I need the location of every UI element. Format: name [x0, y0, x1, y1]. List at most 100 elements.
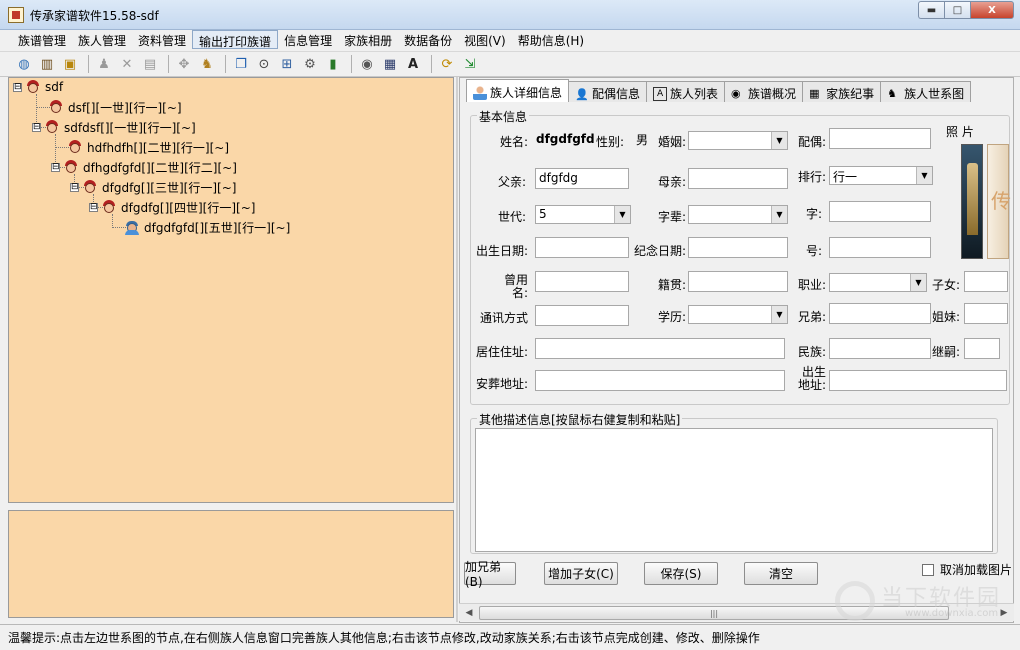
tree-node-label: dfhgdfgfd[][二世][行二][~] [83, 160, 237, 175]
eye-icon[interactable]: ◉ [357, 54, 377, 74]
open-book-icon[interactable]: ▦ [380, 54, 400, 74]
menu-genealogy[interactable]: 族谱管理 [12, 30, 72, 49]
checkbox-box[interactable] [922, 563, 934, 576]
rank-select[interactable]: 行一 ▼ [829, 166, 933, 185]
tab-chronicle[interactable]: ▦ 家族纪事 [802, 81, 882, 102]
menu-view[interactable]: 视图(V) [458, 30, 512, 49]
gear-icon[interactable]: ⚙ [300, 54, 320, 74]
app-icon [8, 7, 24, 23]
menu-info[interactable]: 信息管理 [278, 30, 338, 49]
tree-node-label: sdfdsf[][一世][行一][~] [64, 120, 196, 135]
binoculars-icon[interactable]: ⊙ [254, 54, 274, 74]
tab-overview[interactable]: ◉ 族谱概况 [724, 81, 804, 102]
name-label: 姓名: [499, 135, 528, 149]
add-child-button[interactable]: 增加子女(C) [544, 562, 618, 585]
alias-field[interactable] [829, 237, 931, 258]
tab-label: 配偶信息 [592, 87, 641, 101]
spouse-label: 配偶: [797, 135, 826, 149]
gender-value[interactable]: 男 [636, 131, 648, 148]
spouse-field[interactable] [829, 128, 931, 149]
marriage-select[interactable]: ▼ [688, 131, 788, 150]
heir-field[interactable] [964, 338, 1000, 359]
former-name-field[interactable] [535, 271, 629, 292]
pane-splitter[interactable] [456, 77, 458, 622]
courtesy-name-field[interactable] [829, 201, 931, 222]
users-icon[interactable]: ♞ [197, 54, 217, 74]
delete-icon[interactable]: ✕ [117, 54, 137, 74]
tree-node-label: dfgdfgfd[][五世][行一][~] [144, 220, 291, 235]
tree-node[interactable]: dsf[][一世][行一][~] [48, 98, 182, 116]
document-icon[interactable]: ▤ [140, 54, 160, 74]
chevron-down-icon: ▼ [771, 132, 787, 149]
scroll-left-icon[interactable]: ◀ [461, 606, 477, 620]
member-photo[interactable] [961, 144, 983, 259]
father-field[interactable]: dfgfdg [535, 168, 629, 189]
collapse-icon[interactable]: ⊟ [13, 82, 22, 92]
alias-label: 号: [805, 244, 822, 258]
education-select[interactable]: ▼ [688, 305, 788, 324]
save-button[interactable]: 保存(S) [644, 562, 718, 585]
memorial-date-field[interactable] [688, 237, 788, 258]
tab-spouse-info[interactable]: 配偶信息 [568, 81, 648, 102]
add-brother-button[interactable]: 加兄弟(B) [464, 560, 516, 589]
collapse-icon[interactable]: ⊟ [89, 202, 98, 212]
bar-chart-icon[interactable]: ▮ [323, 54, 343, 74]
lower-left-pane[interactable] [8, 510, 454, 618]
refresh-icon[interactable]: ⟳ [437, 54, 457, 74]
menu-print[interactable]: 输出打印族谱 [192, 30, 279, 49]
menu-backup[interactable]: 数据备份 [398, 30, 458, 49]
mother-field[interactable] [688, 168, 788, 189]
native-place-field[interactable] [688, 271, 788, 292]
collapse-icon[interactable]: ⊟ [51, 162, 60, 172]
tree-node-label: sdf [45, 80, 64, 94]
maximize-button[interactable]: □ [944, 1, 970, 19]
minimize-button[interactable]: ▬ [918, 1, 944, 19]
zibei-select[interactable]: ▼ [688, 205, 788, 224]
tree-node[interactable]: ⊟ dfgdfg[][三世][行一][~] [70, 178, 236, 196]
puzzle-icon[interactable]: ✥ [174, 54, 194, 74]
sisters-label: 姐妹: [931, 310, 960, 324]
collapse-icon[interactable]: ⊟ [32, 122, 41, 132]
windows-icon[interactable]: ❐ [231, 54, 251, 74]
book-icon[interactable]: ▥ [37, 54, 57, 74]
tree-node-selected[interactable]: dfgdfgfd[][五世][行一][~] [124, 218, 290, 236]
tree-chart-icon[interactable]: ⊞ [277, 54, 297, 74]
burial-field[interactable] [535, 370, 785, 391]
menu-help[interactable]: 帮助信息(H) [512, 30, 590, 49]
collapse-icon[interactable]: ⊟ [70, 182, 79, 192]
tree-node[interactable]: ⊟ dfhgdfgfd[][二世][行二][~] [51, 158, 237, 176]
tree-node[interactable]: hdfhdfh[][二世][行一][~] [67, 138, 229, 156]
tree-node-root[interactable]: ⊟ sdf [13, 78, 63, 96]
exit-icon[interactable]: ⇲ [460, 54, 480, 74]
menu-members[interactable]: 族人管理 [72, 30, 132, 49]
generation-label: 世代: [497, 210, 526, 224]
globe-icon[interactable]: ◍ [14, 54, 34, 74]
residence-field[interactable] [535, 338, 785, 359]
children-field[interactable] [964, 271, 1008, 292]
menu-materials[interactable]: 资料管理 [132, 30, 192, 49]
ethnicity-field[interactable] [829, 338, 931, 359]
cancel-load-image-checkbox[interactable]: 取消加载图片 [922, 561, 1012, 578]
tab-member-details[interactable]: 族人详细信息 [466, 79, 570, 102]
contact-field[interactable] [535, 305, 629, 326]
user-icon[interactable]: ♟ [94, 54, 114, 74]
tab-lineage-chart[interactable]: ♞ 族人世系图 [880, 81, 972, 102]
text-icon[interactable]: A [403, 54, 423, 74]
brothers-field[interactable] [829, 303, 931, 324]
close-button[interactable]: X [970, 1, 1014, 19]
tree-node[interactable]: ⊟ dfgdfg[][四世][行一][~] [89, 198, 255, 216]
birth-date-field[interactable] [535, 237, 629, 258]
tab-member-list[interactable]: A 族人列表 [646, 81, 726, 102]
sisters-field[interactable] [964, 303, 1008, 324]
menu-album[interactable]: 家族相册 [338, 30, 398, 49]
image-icon[interactable]: ▣ [60, 54, 80, 74]
birthplace-field[interactable] [829, 370, 1007, 391]
clear-button[interactable]: 清空 [744, 562, 818, 585]
generation-select[interactable]: 5 ▼ [535, 205, 631, 224]
tab-label: 族人详细信息 [490, 86, 563, 100]
occupation-select[interactable]: ▼ [829, 273, 927, 292]
family-tree-pane[interactable]: ⊟ sdf dsf[][一世][行一][~] ⊟ sdfdsf[][一世][行一… [8, 77, 454, 503]
tree-node[interactable]: ⊟ sdfdsf[][一世][行一][~] [32, 118, 196, 136]
name-value[interactable]: dfgdfgfd [536, 132, 595, 146]
other-info-textarea[interactable] [475, 428, 993, 552]
